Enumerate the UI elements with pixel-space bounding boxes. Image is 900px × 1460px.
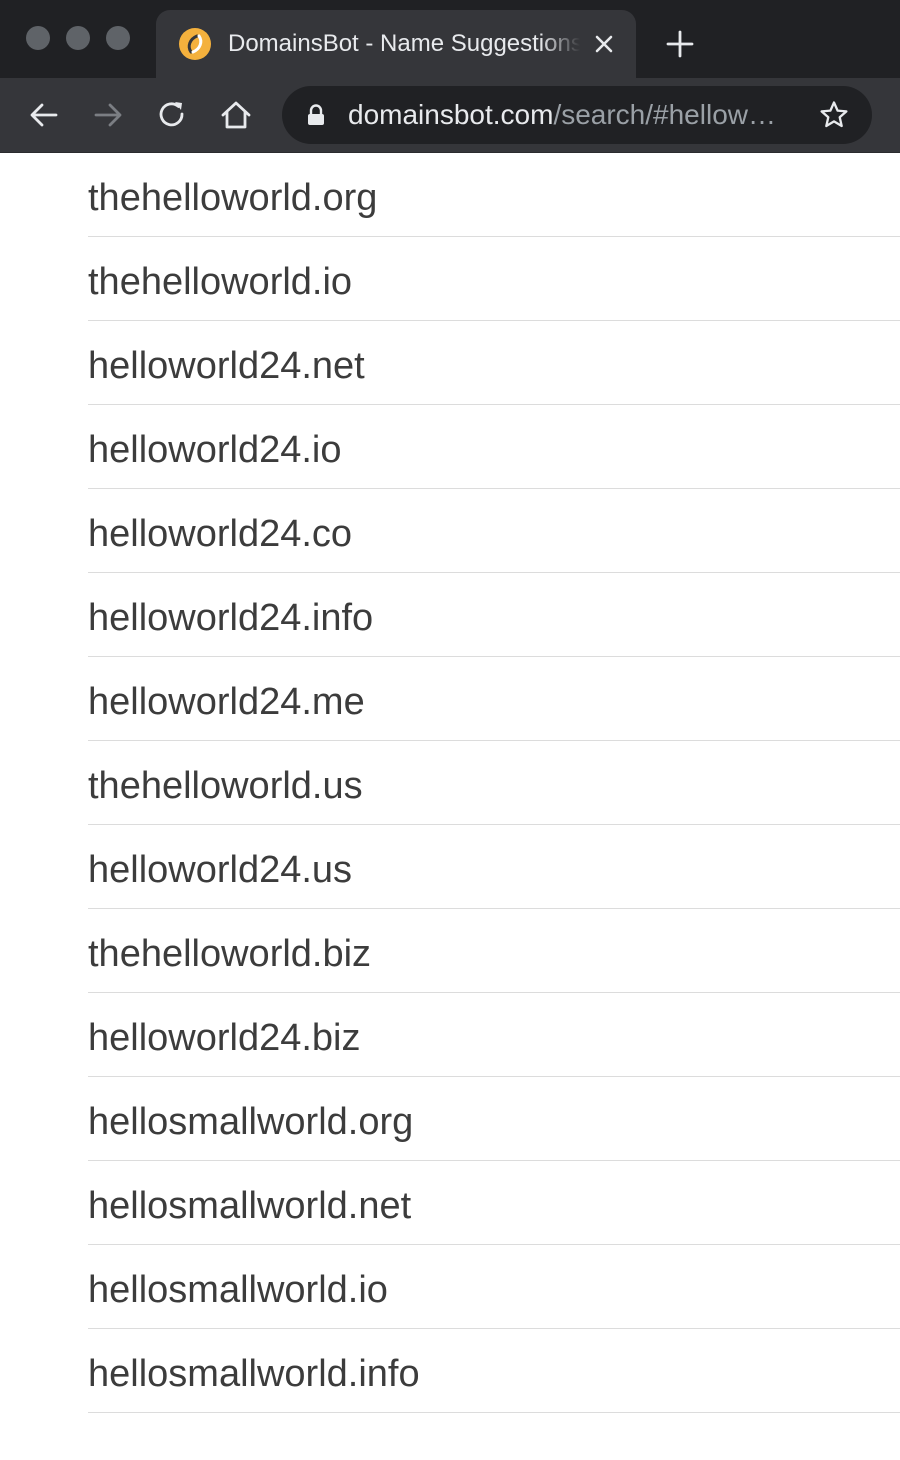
domain-name[interactable]: helloworld24.co (88, 512, 352, 556)
domain-name[interactable]: hellosmallworld.org (88, 1100, 413, 1144)
minimize-window-button[interactable] (66, 26, 90, 50)
reload-icon[interactable] (154, 97, 190, 133)
url-text[interactable]: domainsbot.com/search/#hellow… (348, 99, 798, 131)
domain-name[interactable]: helloworld24.biz (88, 1016, 361, 1060)
domain-suggestion-row[interactable]: hellosmallworld.io (88, 1245, 900, 1329)
domain-name[interactable]: hellosmallworld.net (88, 1184, 411, 1228)
domain-name[interactable]: helloworld24.us (88, 848, 352, 892)
domain-suggestion-row[interactable]: thehelloworld.io (88, 237, 900, 321)
window-controls (26, 26, 130, 50)
domain-name[interactable]: hellosmallworld.info (88, 1352, 420, 1396)
domain-suggestion-row[interactable]: hellosmallworld.net (88, 1161, 900, 1245)
zoom-window-button[interactable] (106, 26, 130, 50)
plus-icon[interactable] (664, 28, 696, 60)
star-icon[interactable] (818, 99, 850, 131)
domain-name[interactable]: helloworld24.net (88, 344, 365, 388)
domain-suggestion-row[interactable]: thehelloworld.org (88, 153, 900, 237)
lock-icon (308, 104, 324, 125)
domain-name[interactable]: thehelloworld.us (88, 764, 363, 808)
domain-name[interactable]: thehelloworld.biz (88, 932, 371, 976)
domain-suggestion-row[interactable]: helloworld24.net (88, 321, 900, 405)
tab-title: DomainsBot - Name Suggestions (228, 28, 580, 60)
domain-suggestion-row[interactable]: helloworld24.biz (88, 993, 900, 1077)
domain-suggestion-row[interactable]: helloworld24.co (88, 489, 900, 573)
domain-name[interactable]: thehelloworld.io (88, 260, 352, 304)
domain-name[interactable]: helloworld24.info (88, 596, 373, 640)
domain-suggestion-row[interactable]: helloworld24.us (88, 825, 900, 909)
domain-suggestion-row[interactable]: helloworld24.info (88, 573, 900, 657)
domain-name[interactable]: helloworld24.io (88, 428, 342, 472)
domain-suggestion-row[interactable]: thehelloworld.us (88, 741, 900, 825)
close-window-button[interactable] (26, 26, 50, 50)
domain-name[interactable]: helloworld24.me (88, 680, 365, 724)
domain-suggestion-row[interactable]: thehelloworld.biz (88, 909, 900, 993)
active-tab[interactable]: DomainsBot - Name Suggestions (156, 10, 636, 78)
domain-suggestion-list: thehelloworld.org thehelloworld.io hello… (0, 153, 900, 1413)
arrow-left-icon[interactable] (26, 97, 62, 133)
home-icon[interactable] (218, 97, 254, 133)
browser-tab-bar: DomainsBot - Name Suggestions (0, 0, 900, 78)
domain-name[interactable]: thehelloworld.org (88, 176, 377, 220)
address-bar[interactable]: domainsbot.com/search/#hellow… (282, 86, 872, 144)
domain-suggestion-row[interactable]: helloworld24.io (88, 405, 900, 489)
domainsbot-logo-icon (179, 28, 211, 60)
domain-name[interactable]: hellosmallworld.io (88, 1268, 388, 1312)
domain-suggestion-row[interactable]: hellosmallworld.org (88, 1077, 900, 1161)
url-path: /search/#hellow… (553, 99, 776, 130)
domain-suggestion-row[interactable]: helloworld24.me (88, 657, 900, 741)
browser-toolbar: domainsbot.com/search/#hellow… (0, 78, 900, 153)
close-icon[interactable] (590, 30, 618, 58)
domain-suggestion-row[interactable]: hellosmallworld.info (88, 1329, 900, 1413)
url-host: domainsbot.com (348, 99, 554, 130)
arrow-right-icon[interactable] (90, 97, 126, 133)
